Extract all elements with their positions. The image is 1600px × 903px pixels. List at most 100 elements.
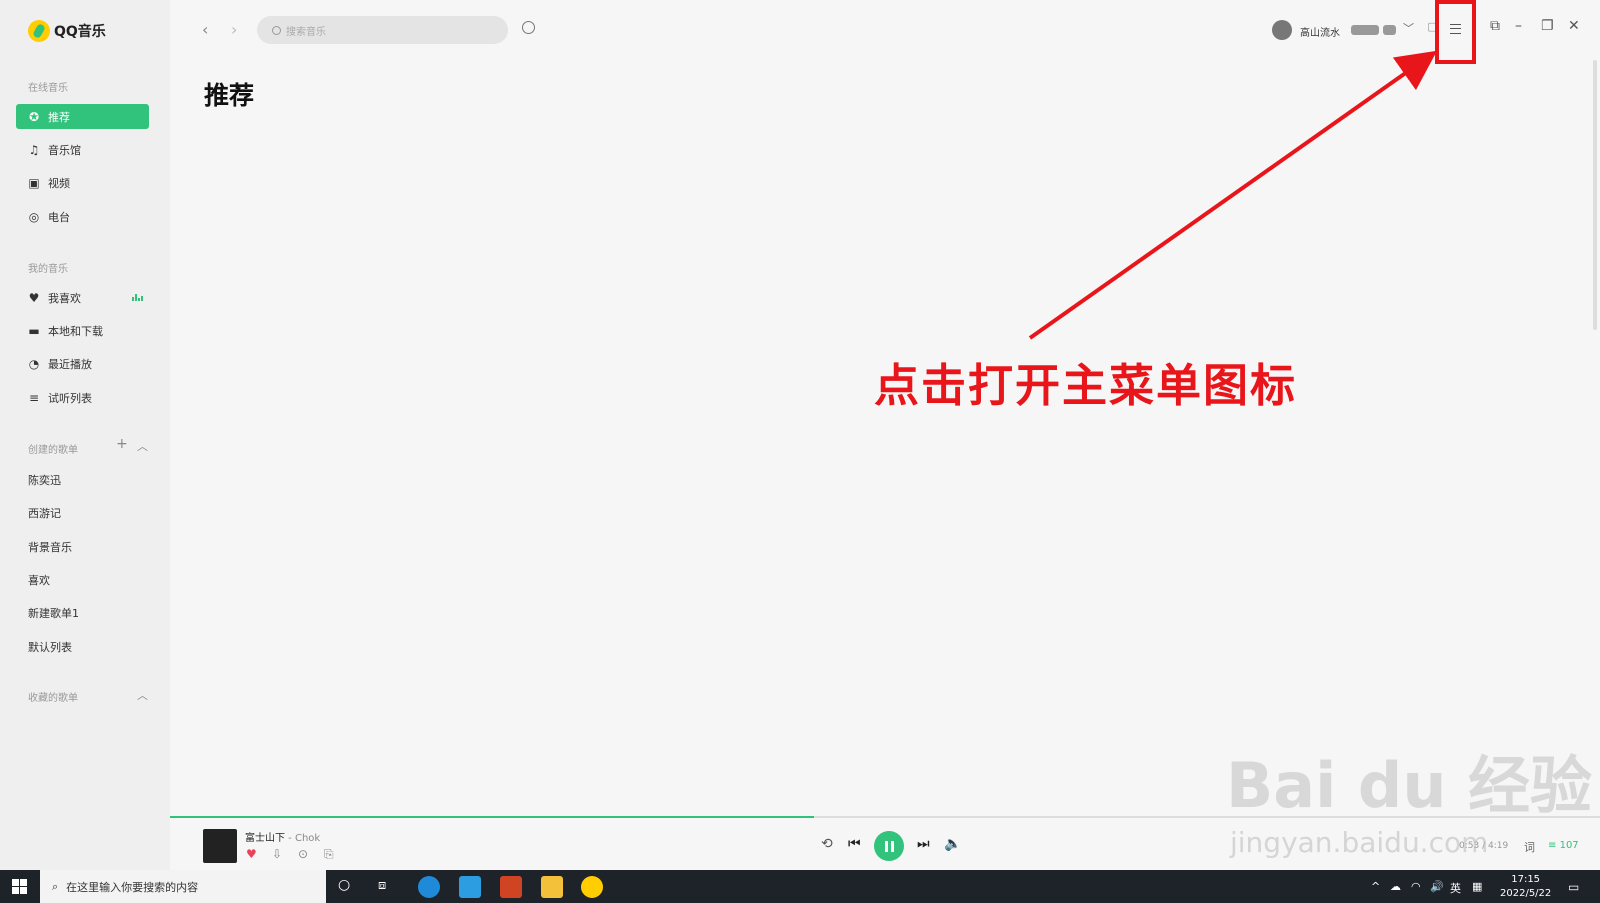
lyrics-button[interactable]: 词	[1524, 839, 1535, 855]
collapse-created-chevron-icon[interactable]: ︿	[137, 438, 148, 454]
sidebar-item-label: 音乐馆	[48, 143, 81, 157]
collapse-favorited-chevron-icon[interactable]: ︿	[137, 687, 148, 703]
onedrive-icon[interactable]: ☁	[1390, 880, 1401, 893]
mini-mode-icon[interactable]: ⧉	[1490, 18, 1500, 34]
playback-progress-fill	[170, 816, 814, 818]
voice-search-icon[interactable]	[522, 21, 535, 34]
sidebar-item-radio[interactable]: ◎ 电台	[16, 204, 149, 229]
pause-button[interactable]	[874, 831, 904, 861]
now-playing-bars-icon	[132, 293, 143, 301]
sidebar-item-label: 本地和下载	[48, 324, 103, 338]
add-playlist-icon[interactable]: +	[116, 436, 128, 452]
taskbar-search-input[interactable]: ⌕ 在这里输入你要搜索的内容	[40, 870, 326, 903]
playlist-item[interactable]: 背景音乐	[28, 539, 72, 555]
notification-center-icon[interactable]: ▭	[1568, 880, 1579, 894]
sidebar-item-label: 试听列表	[48, 391, 92, 405]
watermark: Bai du 经验	[1226, 749, 1593, 822]
back-arrow-icon[interactable]: ‹	[202, 20, 208, 39]
main-menu-icon[interactable]	[1450, 24, 1461, 34]
album-cover[interactable]	[203, 829, 237, 863]
playlist-queue-button[interactable]: ≡ 107	[1548, 840, 1579, 851]
playlist-count: 107	[1559, 840, 1579, 851]
next-track-icon[interactable]: ⏭	[917, 836, 930, 852]
sidebar: QQ音乐 在线音乐 ✪ 推荐 ♫ 音乐馆 ▣ 视频 ◎ 电台 我的音乐 ♥ 我喜…	[0, 0, 170, 870]
minimize-icon[interactable]: –	[1515, 18, 1522, 34]
search-icon: ⌕	[52, 879, 59, 893]
song-title: 富士山下	[245, 833, 285, 844]
heart-icon: ♥	[28, 290, 40, 305]
app-logo-text: QQ音乐	[54, 24, 106, 40]
playlist-item[interactable]: 陈奕迅	[28, 472, 61, 488]
clock-icon: ◔	[28, 356, 40, 371]
maximize-icon[interactable]: ❐	[1541, 18, 1554, 34]
playlist-item[interactable]: 默认列表	[28, 639, 72, 655]
sidebar-item-music-hall[interactable]: ♫ 音乐馆	[16, 137, 149, 162]
search-icon	[272, 25, 281, 35]
playlist-item[interactable]: 喜欢	[28, 572, 50, 588]
playlist-queue-icon: ≡	[1548, 840, 1557, 851]
app-store-icon[interactable]	[459, 876, 481, 898]
playlist-item[interactable]: 西游记	[28, 505, 61, 521]
taskbar-search-placeholder: 在这里输入你要搜索的内容	[66, 880, 199, 894]
page-title: 推荐	[204, 81, 255, 110]
sidebar-item-video[interactable]: ▣ 视频	[16, 170, 149, 195]
edge-browser-icon[interactable]	[418, 876, 440, 898]
forward-arrow-icon[interactable]: ›	[231, 20, 237, 39]
avatar[interactable]	[1272, 20, 1292, 40]
scrollbar[interactable]	[1593, 60, 1597, 330]
share-icon[interactable]: ⎘	[324, 847, 334, 862]
user-dropdown-chevron-icon[interactable]: ﹀	[1403, 20, 1414, 36]
download-icon[interactable]: ⇩	[272, 847, 282, 861]
cortana-icon[interactable]: ○	[338, 877, 350, 893]
close-icon[interactable]: ✕	[1568, 18, 1580, 34]
qq-music-taskbar-icon[interactable]	[581, 876, 603, 898]
volume-icon[interactable]: 🔈	[944, 836, 961, 852]
monitor-icon: ▬	[28, 323, 40, 338]
app-logo[interactable]: QQ音乐	[28, 20, 106, 42]
file-explorer-icon[interactable]	[541, 876, 563, 898]
recommend-icon: ✪	[28, 109, 40, 124]
previous-track-icon[interactable]: ⏮	[848, 836, 861, 852]
section-title-created-playlists: 创建的歌单	[28, 445, 78, 456]
section-title-favorited-playlists: 收藏的歌单	[28, 693, 78, 704]
windows-taskbar: ⌕ 在这里输入你要搜索的内容 ○ ⧈ ^ ☁ ◠ 🔊 英 ▦ 17:15 202…	[0, 870, 1600, 903]
sidebar-item-favorites[interactable]: ♥ 我喜欢	[16, 285, 149, 310]
mail-badge-icon[interactable]	[1383, 25, 1396, 35]
ime-language[interactable]: 英	[1450, 880, 1461, 896]
comment-icon[interactable]: ⊙	[298, 847, 308, 861]
tray-expand-icon[interactable]: ^	[1371, 880, 1380, 893]
sidebar-item-recent[interactable]: ◔ 最近播放	[16, 351, 149, 376]
taskbar-clock[interactable]: 17:15 2022/5/22	[1500, 873, 1551, 901]
qq-music-logo-icon	[28, 20, 50, 42]
sidebar-item-trial-list[interactable]: ≡ 试听列表	[16, 385, 149, 410]
list-icon: ≡	[28, 390, 40, 405]
network-icon[interactable]: ◠	[1411, 880, 1421, 893]
qq-music-window: QQ音乐 在线音乐 ✪ 推荐 ♫ 音乐馆 ▣ 视频 ◎ 电台 我的音乐 ♥ 我喜…	[0, 0, 1600, 870]
sidebar-item-label: 我喜欢	[48, 291, 81, 305]
taskbar-time: 17:15	[1511, 874, 1541, 885]
section-title-online: 在线音乐	[28, 83, 68, 94]
playlist-item[interactable]: 新建歌单1	[28, 605, 79, 621]
sidebar-item-label: 电台	[48, 210, 70, 224]
section-title-my-music: 我的音乐	[28, 264, 68, 275]
user-name[interactable]: 高山流水	[1300, 24, 1340, 39]
speaker-icon[interactable]: 🔊	[1430, 880, 1444, 893]
vip-level-badge-icon[interactable]	[1351, 25, 1379, 35]
repeat-mode-icon[interactable]: ⟲	[821, 836, 833, 852]
video-icon: ▣	[28, 175, 40, 190]
like-heart-icon[interactable]: ♥	[246, 847, 257, 861]
task-view-icon[interactable]: ⧈	[378, 878, 386, 893]
music-note-icon: ♫	[28, 142, 40, 157]
watermark-url: jingyan.baidu.com	[1230, 826, 1489, 859]
powerpoint-icon[interactable]	[500, 876, 522, 898]
now-playing-info[interactable]: 富士山下 - Chok	[245, 829, 320, 844]
search-input[interactable]: 搜索音乐	[257, 16, 508, 44]
ime-mode-icon[interactable]: ▦	[1472, 880, 1482, 893]
sidebar-item-label: 推荐	[48, 110, 70, 124]
song-artist: - Chok	[285, 833, 321, 844]
windows-start-icon[interactable]	[12, 879, 27, 894]
search-placeholder: 搜索音乐	[286, 26, 326, 38]
sidebar-item-recommend[interactable]: ✪ 推荐	[16, 104, 149, 129]
sidebar-item-local-downloads[interactable]: ▬ 本地和下载	[16, 318, 149, 343]
taskbar-date: 2022/5/22	[1500, 888, 1552, 899]
